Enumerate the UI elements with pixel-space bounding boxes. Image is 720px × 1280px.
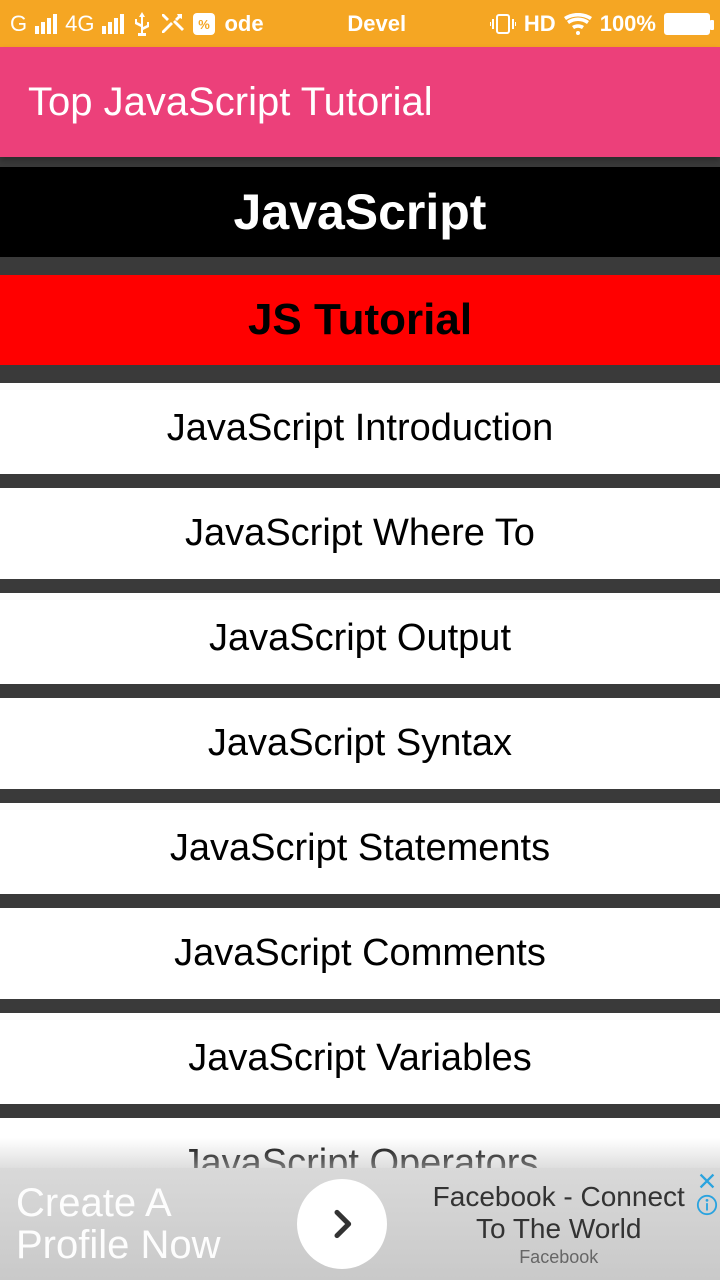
usb-icon xyxy=(132,12,152,36)
overlay-text: ode xyxy=(224,11,263,37)
carrier-label: G xyxy=(10,11,27,37)
signal-icon xyxy=(35,14,57,34)
wifi-icon xyxy=(564,13,592,35)
close-icon[interactable] xyxy=(696,1170,718,1192)
list-item[interactable]: JavaScript Output xyxy=(0,593,720,684)
signal-icon-2 xyxy=(102,14,124,34)
list-item[interactable]: JavaScript Where To xyxy=(0,488,720,579)
ad-banner[interactable]: Create A Profile Now Facebook - Connect … xyxy=(0,1168,720,1280)
ad-title-2: To The World xyxy=(405,1213,712,1245)
divider xyxy=(0,684,720,698)
list-item[interactable]: JavaScript Statements xyxy=(0,803,720,894)
status-bar: G 4G % ode Devel HD 100% xyxy=(0,0,720,47)
svg-text:%: % xyxy=(199,17,211,32)
app-bar: Top JavaScript Tutorial xyxy=(0,47,720,157)
divider xyxy=(0,894,720,908)
status-center: Devel xyxy=(347,11,406,37)
section-header: JS Tutorial xyxy=(0,275,720,365)
page-title: Top JavaScript Tutorial xyxy=(28,80,433,125)
divider xyxy=(0,1104,720,1118)
vibrate-icon xyxy=(490,13,516,35)
list-item[interactable]: JavaScript Syntax xyxy=(0,698,720,789)
list-item[interactable]: JavaScript Introduction xyxy=(0,383,720,474)
status-right: HD 100% xyxy=(490,11,710,37)
divider xyxy=(0,579,720,593)
ad-right-text[interactable]: Facebook - Connect To The World Facebook xyxy=(397,1177,720,1272)
ad-title-1: Facebook - Connect xyxy=(405,1181,712,1213)
tools-icon xyxy=(160,12,184,36)
info-icon[interactable] xyxy=(696,1194,718,1216)
ad-left-line2: Profile Now xyxy=(16,1224,271,1266)
battery-percent: 100% xyxy=(600,11,656,37)
chevron-right-icon xyxy=(322,1204,362,1244)
list-item[interactable]: JavaScript Variables xyxy=(0,1013,720,1104)
main-header: JavaScript xyxy=(0,167,720,257)
ad-left-line1: Create A xyxy=(16,1182,271,1224)
content-list[interactable]: JavaScript JS Tutorial JavaScript Introd… xyxy=(0,167,720,1189)
ad-left-text[interactable]: Create A Profile Now xyxy=(0,1176,287,1272)
app-icon: % xyxy=(192,12,216,36)
battery-icon xyxy=(664,13,710,35)
divider xyxy=(0,257,720,275)
divider xyxy=(0,365,720,383)
ad-play-button[interactable] xyxy=(297,1179,387,1269)
divider xyxy=(0,999,720,1013)
ad-subtitle: Facebook xyxy=(405,1247,712,1268)
hd-label: HD xyxy=(524,11,556,37)
status-left: G 4G % ode xyxy=(10,11,264,37)
network-label: 4G xyxy=(65,11,94,37)
ad-corner xyxy=(694,1168,720,1218)
divider xyxy=(0,789,720,803)
list-item[interactable]: JavaScript Comments xyxy=(0,908,720,999)
divider xyxy=(0,474,720,488)
